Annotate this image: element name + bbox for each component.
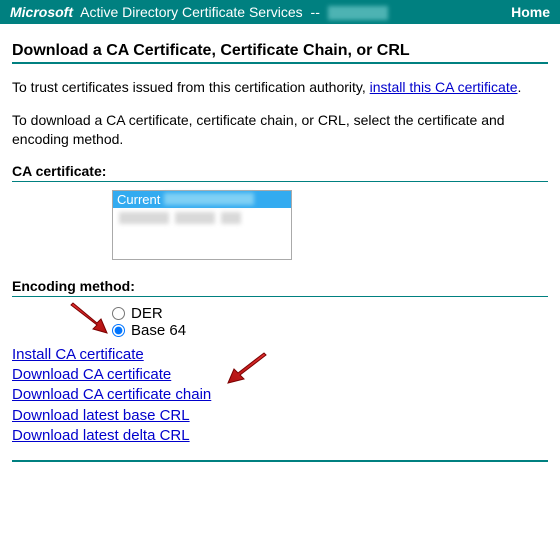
brand-product: Active Directory Certificate Services (80, 4, 303, 20)
brand-microsoft: Microsoft (10, 4, 73, 20)
ca-cert-details-redacted (113, 208, 291, 228)
ca-certificate-label: CA certificate: (12, 163, 548, 179)
annotation-arrow-icon (67, 301, 111, 335)
download-latest-delta-crl-link[interactable]: Download latest delta CRL (12, 426, 190, 446)
encoding-der-label: DER (131, 305, 163, 322)
download-ca-certificate-chain-link[interactable]: Download CA certificate chain (12, 385, 211, 405)
intro1-suffix: . (518, 79, 522, 95)
page-title: Download a CA Certificate, Certificate C… (12, 42, 548, 60)
install-ca-certificate-link[interactable]: Install CA certificate (12, 345, 144, 365)
encoding-radio-group: DER Base 64 (12, 305, 548, 339)
encoding-base64-label: Base 64 (131, 322, 186, 339)
intro-paragraph-2: To download a CA certificate, certificat… (12, 111, 548, 149)
top-banner: Microsoft Active Directory Certificate S… (0, 0, 560, 24)
download-latest-base-crl-link[interactable]: Download latest base CRL (12, 406, 190, 426)
encoding-base64-radio[interactable] (112, 324, 125, 337)
install-ca-cert-inline-link[interactable]: install this CA certificate (370, 79, 518, 95)
home-link[interactable]: Home (511, 4, 550, 20)
banner-left: Microsoft Active Directory Certificate S… (10, 4, 388, 20)
encoding-der-radio[interactable] (112, 307, 125, 320)
ca-cert-name-redacted (164, 193, 254, 205)
bottom-rule (12, 460, 548, 462)
annotation-arrow-icon (222, 351, 270, 385)
intro-paragraph-1: To trust certificates issued from this c… (12, 78, 548, 97)
ca-certificate-rule (12, 181, 548, 182)
action-links-block: Install CA certificate Download CA certi… (12, 345, 548, 446)
encoding-base64-row[interactable]: Base 64 (112, 322, 548, 339)
ca-certificate-listbox[interactable]: Current (112, 190, 292, 260)
intro1-prefix: To trust certificates issued from this c… (12, 79, 370, 95)
banner-separator: -- (311, 4, 320, 20)
title-rule (12, 62, 548, 64)
encoding-der-row[interactable]: DER (112, 305, 548, 322)
encoding-method-label: Encoding method: (12, 278, 548, 294)
ca-certificate-listbox-selected-item[interactable]: Current (113, 191, 291, 208)
ca-cert-current-label: Current (117, 192, 160, 207)
encoding-method-rule (12, 296, 548, 297)
download-ca-certificate-link[interactable]: Download CA certificate (12, 365, 171, 385)
server-name-redacted (328, 6, 388, 20)
